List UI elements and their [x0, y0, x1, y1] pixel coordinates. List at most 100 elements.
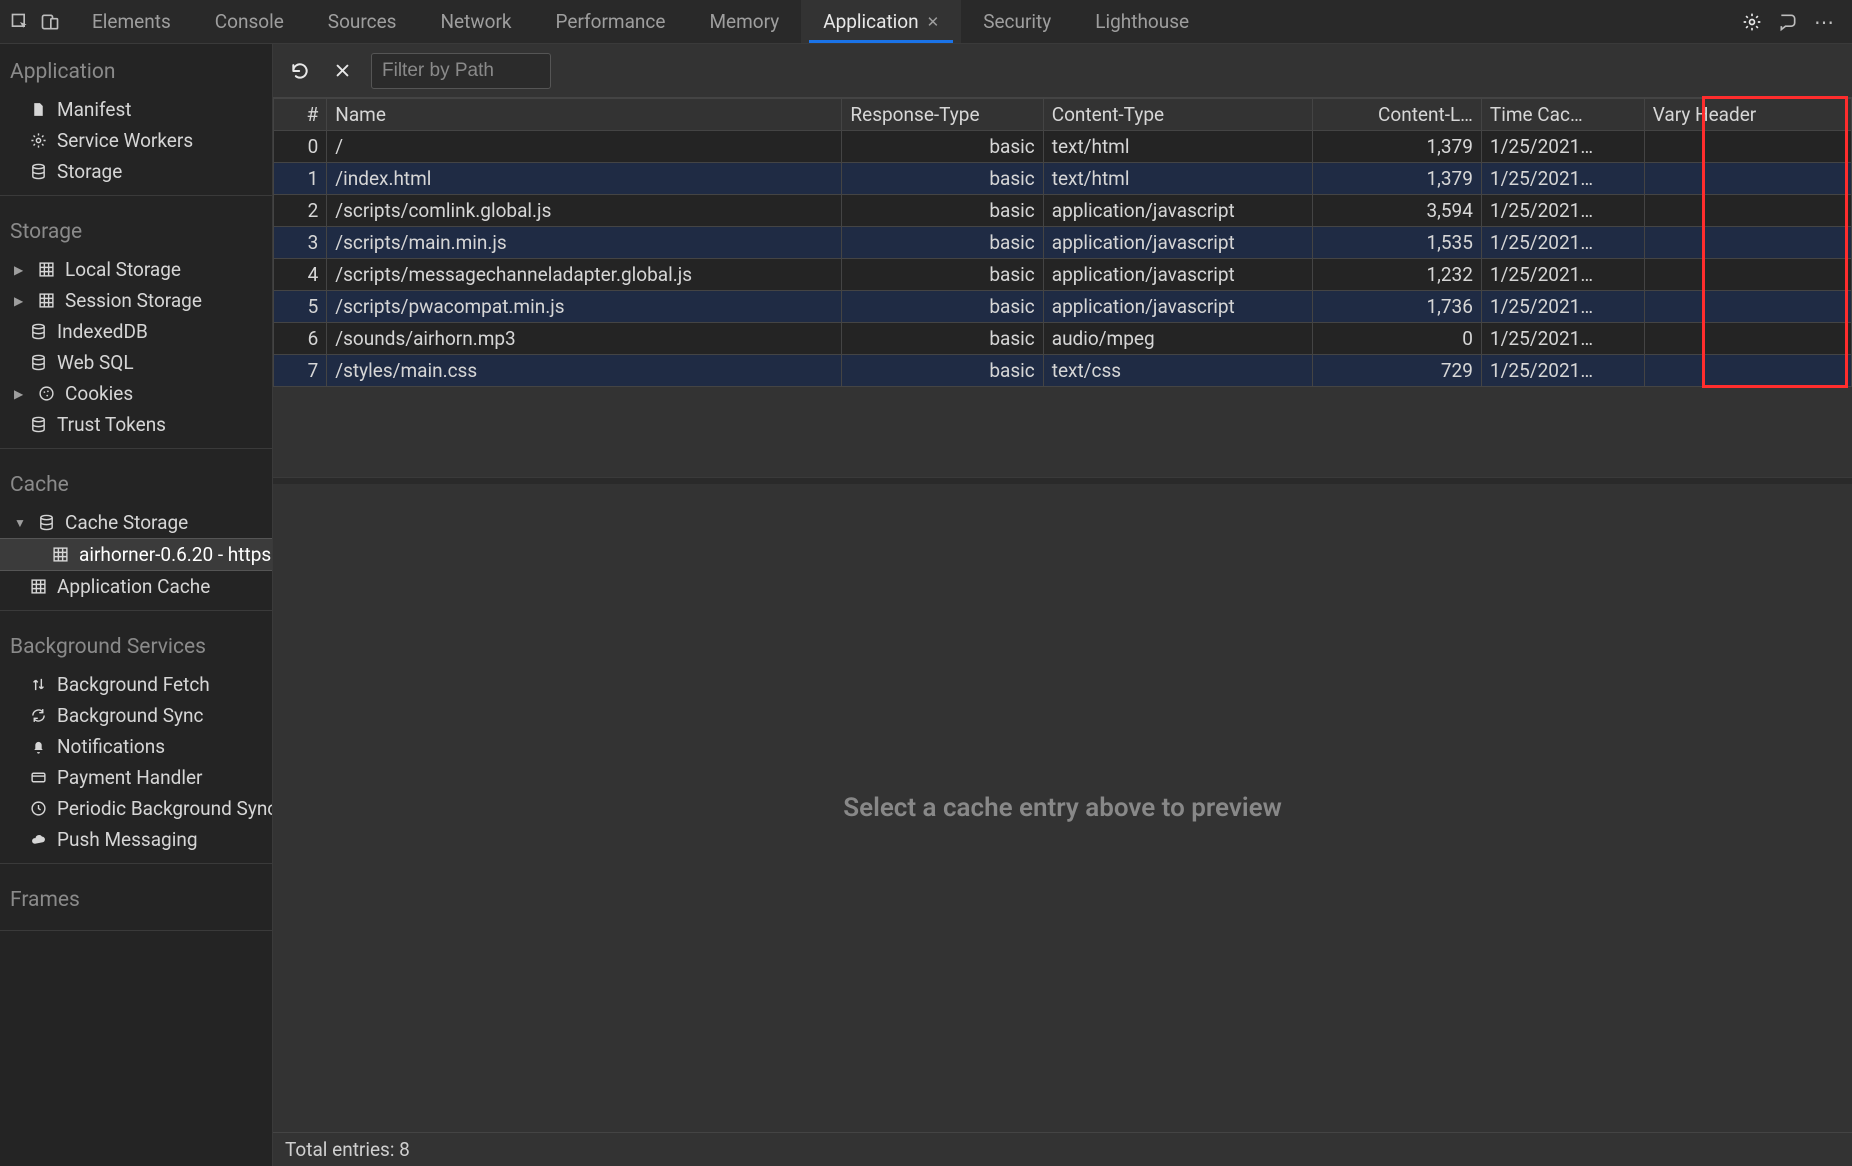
table-row[interactable]: 1/index.htmlbasictext/html1,3791/25/2021…	[274, 163, 1852, 195]
cell-cl: 0	[1313, 323, 1482, 355]
sidebar-item-label: IndexedDB	[57, 320, 148, 343]
cell-name: /scripts/pwacompat.min.js	[327, 291, 842, 323]
cell-vh	[1644, 323, 1851, 355]
cell-idx: 1	[274, 163, 327, 195]
cell-ct: text/html	[1043, 131, 1312, 163]
sidebar-item-indexeddb[interactable]: IndexedDB	[0, 316, 272, 347]
updown-icon	[30, 676, 47, 693]
table-row[interactable]: 7/styles/main.cssbasictext/css7291/25/20…	[274, 355, 1852, 387]
cell-vh	[1644, 227, 1851, 259]
gear-icon	[30, 132, 47, 149]
cell-tc: 1/25/2021…	[1481, 163, 1644, 195]
sidebar-item-trust-tokens[interactable]: Trust Tokens	[0, 409, 272, 440]
tab-security[interactable]: Security	[961, 0, 1073, 43]
column-header[interactable]: Response-Type	[842, 99, 1043, 131]
sidebar-item-background-fetch[interactable]: Background Fetch	[0, 669, 272, 700]
cell-tc: 1/25/2021…	[1481, 259, 1644, 291]
cell-tc: 1/25/2021…	[1481, 291, 1644, 323]
grid-icon	[30, 578, 47, 595]
filter-input[interactable]	[371, 53, 551, 89]
sidebar-item-local-storage[interactable]: ▶Local Storage	[0, 254, 272, 285]
more-icon[interactable]: ⋯	[1814, 10, 1836, 34]
tab-lighthouse[interactable]: Lighthouse	[1073, 0, 1211, 43]
column-header[interactable]: Name	[327, 99, 842, 131]
tab-elements[interactable]: Elements	[70, 0, 193, 43]
table-row[interactable]: 4/scripts/messagechanneladapter.global.j…	[274, 259, 1852, 291]
cell-rt: basic	[842, 355, 1043, 387]
grid-icon	[52, 546, 69, 563]
sidebar-item-service-workers[interactable]: Service Workers	[0, 125, 272, 156]
sidebar-item-label: Cookies	[65, 382, 133, 405]
column-header[interactable]: Vary Header	[1644, 99, 1851, 131]
tab-network[interactable]: Network	[418, 0, 533, 43]
sidebar-item-label: Notifications	[57, 735, 165, 758]
sidebar-item-periodic-background-sync[interactable]: Periodic Background Sync	[0, 793, 272, 824]
sidebar-item-label: Trust Tokens	[57, 413, 166, 436]
cell-name: /styles/main.css	[327, 355, 842, 387]
tab-sources[interactable]: Sources	[306, 0, 419, 43]
cookie-icon	[38, 385, 55, 402]
table-row[interactable]: 6/sounds/airhorn.mp3basicaudio/mpeg01/25…	[274, 323, 1852, 355]
table-row[interactable]: 0/basictext/html1,3791/25/2021…	[274, 131, 1852, 163]
column-header[interactable]: Time Cac…	[1481, 99, 1644, 131]
tab-label: Elements	[92, 10, 171, 33]
db-icon	[30, 323, 47, 340]
sidebar-item-background-sync[interactable]: Background Sync	[0, 700, 272, 731]
devtools-tabstrip: Elements Console SourcesNetwork Performance…	[0, 0, 1852, 44]
status-bar: Total entries: 8	[273, 1132, 1852, 1166]
tab-memory[interactable]: Memory	[687, 0, 801, 43]
sidebar-item-cookies[interactable]: ▶ Cookies	[0, 378, 272, 409]
sidebar-item-session-storage[interactable]: ▶Session Storage	[0, 285, 272, 316]
refresh-icon[interactable]	[287, 58, 313, 84]
sidebar-item-payment-handler[interactable]: Payment Handler	[0, 762, 272, 793]
sidebar-item-web-sql[interactable]: Web SQL	[0, 347, 272, 378]
sidebar-item-label: Periodic Background Sync	[57, 797, 272, 820]
column-header[interactable]: Content-Type	[1043, 99, 1312, 131]
grid-icon	[38, 261, 55, 278]
preview-hint: Select a cache entry above to preview	[843, 793, 1282, 823]
tab-label: Performance	[556, 10, 666, 33]
db-icon	[30, 416, 47, 433]
device-toolbar-icon[interactable]	[40, 12, 60, 32]
delete-icon[interactable]	[329, 58, 355, 84]
tab-application[interactable]: Application✕	[801, 0, 961, 43]
cell-cl: 3,594	[1313, 195, 1482, 227]
table-row[interactable]: 5/scripts/pwacompat.min.jsbasicapplicati…	[274, 291, 1852, 323]
sidebar-item-notifications[interactable]: Notifications	[0, 731, 272, 762]
inspect-element-icon[interactable]	[10, 12, 30, 32]
tab-label: Console	[215, 10, 284, 33]
column-header[interactable]: #	[274, 99, 327, 131]
sidebar-item-label: airhorner-0.6.20 - https:/	[79, 543, 272, 566]
clock-icon	[30, 800, 47, 817]
column-header[interactable]: Content-L…	[1313, 99, 1482, 131]
sidebar-item-label: Storage	[57, 160, 122, 183]
tab-console[interactable]: Console	[193, 0, 306, 43]
table-row[interactable]: 3/scripts/main.min.jsbasicapplication/ja…	[274, 227, 1852, 259]
sidebar-item-manifest[interactable]: Manifest	[0, 94, 272, 125]
settings-icon[interactable]	[1742, 12, 1762, 32]
tab-performance[interactable]: Performance	[534, 0, 688, 43]
table-row[interactable]: 2/scripts/comlink.global.jsbasicapplicat…	[274, 195, 1852, 227]
close-icon[interactable]: ✕	[927, 13, 940, 31]
expand-icon: ▶	[14, 387, 26, 401]
sidebar-item-cache-storage[interactable]: ▼Cache Storage	[0, 507, 272, 538]
sidebar-item-airhorner-0-6-20-https-[interactable]: airhorner-0.6.20 - https:/	[0, 538, 272, 571]
cell-idx: 6	[274, 323, 327, 355]
sidebar-item-label: Application Cache	[57, 575, 210, 598]
sidebar-section-application: Application	[0, 44, 272, 94]
cell-name: /	[327, 131, 842, 163]
whatsnew-icon[interactable]	[1778, 12, 1798, 32]
sidebar-item-application-cache[interactable]: Application Cache	[0, 571, 272, 602]
sidebar-item-label: Cache Storage	[65, 511, 188, 534]
tab-label: Lighthouse	[1095, 10, 1189, 33]
sidebar-item-label: Web SQL	[57, 351, 134, 374]
sidebar-item-label: Background Fetch	[57, 673, 210, 696]
cell-rt: basic	[842, 131, 1043, 163]
cell-rt: basic	[842, 163, 1043, 195]
sidebar-item-label: Push Messaging	[57, 828, 198, 851]
sidebar-item-push-messaging[interactable]: Push Messaging	[0, 824, 272, 855]
cell-vh	[1644, 259, 1851, 291]
cell-tc: 1/25/2021…	[1481, 195, 1644, 227]
cell-rt: basic	[842, 227, 1043, 259]
sidebar-item-storage[interactable]: Storage	[0, 156, 272, 187]
